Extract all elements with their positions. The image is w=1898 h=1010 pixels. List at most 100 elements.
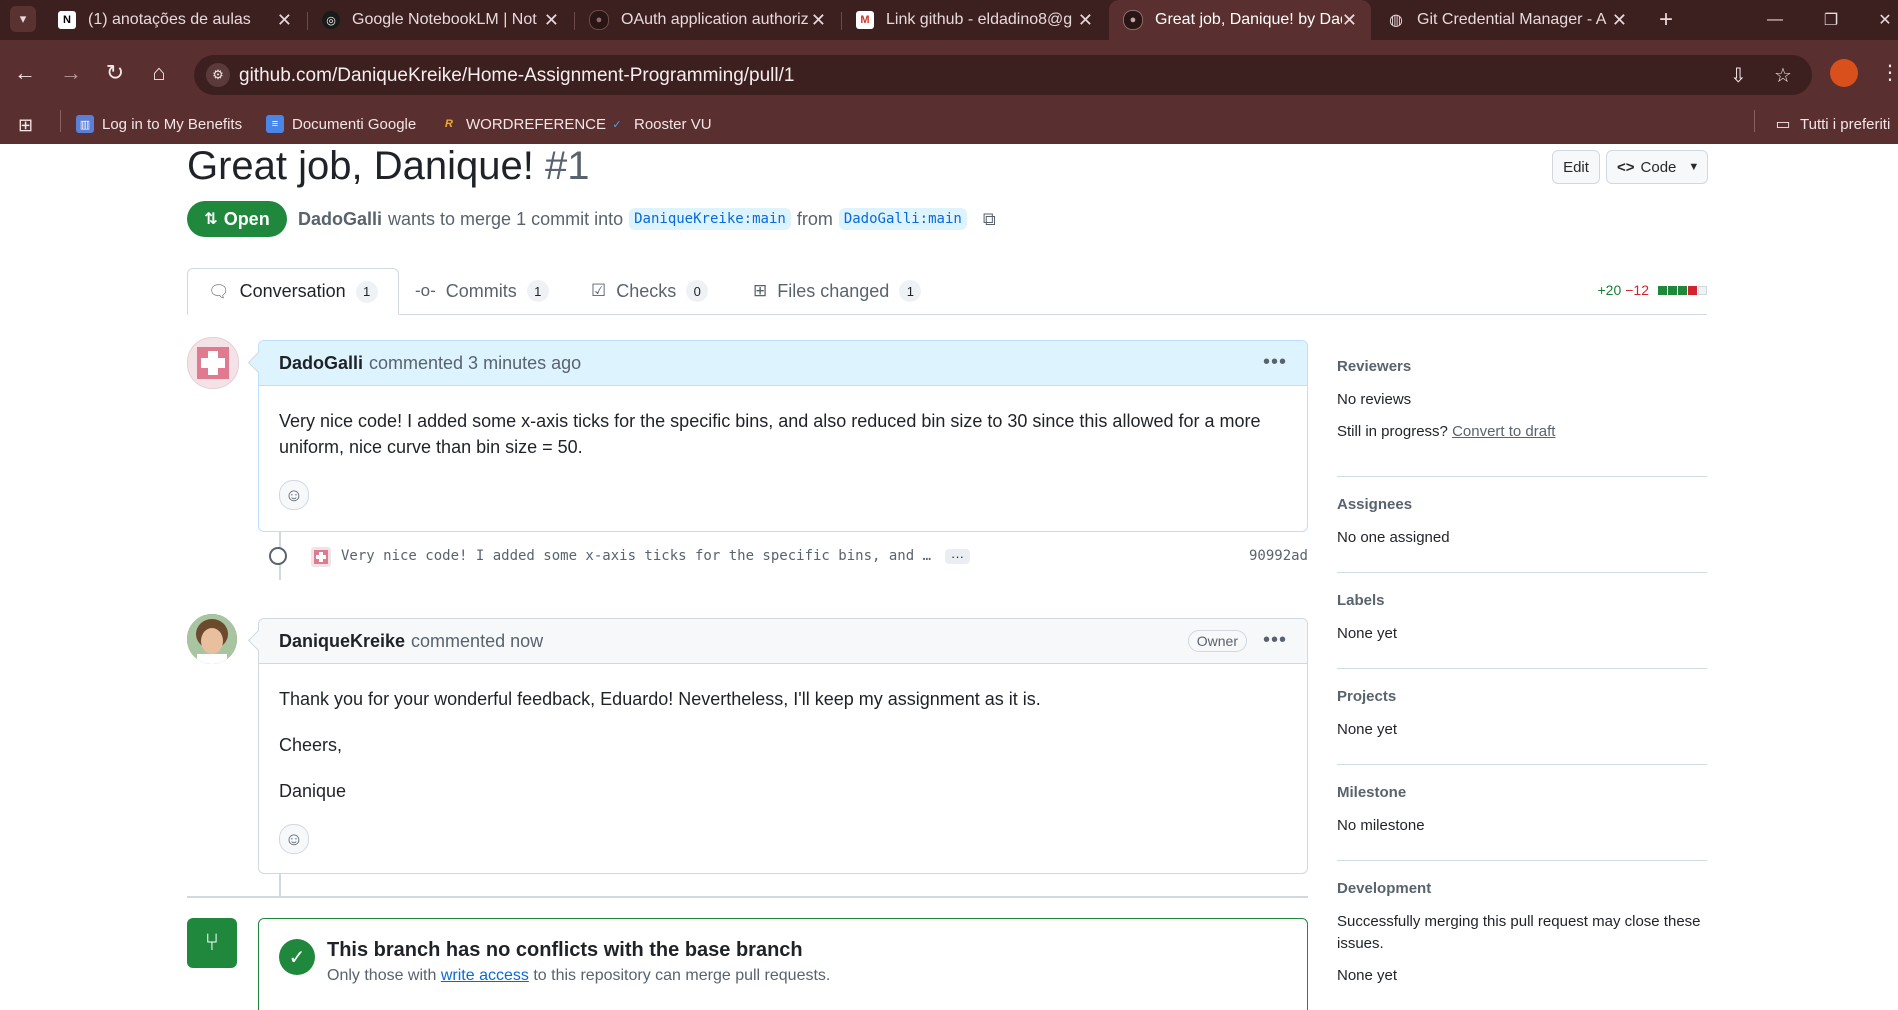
comment-header: DadoGalli commented 3 minutes ago •••	[259, 341, 1307, 386]
gmail-icon: M	[856, 11, 874, 29]
avatar[interactable]	[187, 614, 237, 664]
browser-tab[interactable]: ● OAuth application authoriz ✕	[575, 0, 840, 40]
bookmark-item[interactable]: ✓ Rooster VU	[608, 115, 711, 133]
tab-files-changed[interactable]: ⊞ Files changed 1	[753, 268, 922, 314]
close-icon[interactable]: ✕	[811, 10, 826, 31]
close-icon[interactable]: ✕	[544, 10, 559, 31]
browser-tab[interactable]: ◎ Google NotebookLM | Not ✕	[308, 0, 573, 40]
wordreference-icon: R	[445, 118, 453, 130]
add-reaction-icon[interactable]: ☺	[279, 480, 309, 510]
sidebar-projects: Projects None yet	[1337, 688, 1707, 765]
copy-icon[interactable]: ⧉	[983, 209, 996, 230]
file-diff-icon: ⊞	[753, 281, 768, 300]
sidebar-heading[interactable]: Milestone	[1337, 784, 1707, 801]
url-text[interactable]: github.com/DaniqueKreike/Home-Assignment…	[239, 65, 794, 87]
chevron-down-icon: ▼	[1688, 161, 1700, 173]
github-icon: ●	[1123, 10, 1143, 30]
sidebar-assignees: Assignees No one assigned	[1337, 496, 1707, 573]
write-access-link[interactable]: write access	[441, 967, 529, 984]
comment-timestamp[interactable]: commented 3 minutes ago	[369, 353, 581, 374]
home-icon[interactable]: ⌂	[142, 56, 176, 90]
comment-icon: 🗨	[208, 281, 230, 301]
merge-text: wants to merge 1 commit into	[388, 208, 624, 229]
close-icon[interactable]: ✕	[1612, 10, 1627, 31]
deletions-count: −12	[1625, 282, 1649, 298]
google-docs-icon: ≡	[266, 115, 284, 133]
folder-icon: ▭	[1775, 116, 1791, 133]
tab-conversation[interactable]: 🗨 Conversation 1	[187, 268, 399, 315]
commit-icon: -o-	[415, 281, 436, 300]
add-reaction-icon[interactable]: ☺	[279, 824, 309, 854]
merge-status-box: ✓ This branch has no conflicts with the …	[258, 918, 1308, 1010]
benefits-icon: ▥	[76, 115, 94, 133]
browser-tab[interactable]: N (1) anotações de aulas ✕	[44, 0, 306, 40]
sidebar-heading[interactable]: Assignees	[1337, 496, 1707, 513]
comment-author[interactable]: DaniqueKreike	[279, 631, 405, 652]
bookmark-item[interactable]: ≡ Documenti Google	[266, 115, 416, 133]
profile-avatar[interactable]	[1830, 59, 1858, 87]
globe-icon: ◍	[1389, 12, 1403, 29]
reload-icon[interactable]: ↻	[98, 56, 132, 90]
pr-tabs: 🗨 Conversation 1 -o- Commits 1 ☑ Checks …	[187, 268, 1707, 315]
avatar[interactable]	[187, 337, 239, 389]
close-window-icon[interactable]: ✕	[1862, 0, 1898, 40]
sidebar-heading[interactable]: Reviewers	[1337, 358, 1707, 375]
comment-author[interactable]: DadoGalli	[279, 353, 363, 374]
comment-header: DaniqueKreike commented now Owner •••	[259, 619, 1307, 664]
browser-tab[interactable]: M Link github - eldadino8@g ✕	[842, 0, 1107, 40]
sidebar-heading[interactable]: Labels	[1337, 592, 1707, 609]
commit-message[interactable]: Very nice code! I added some x-axis tick…	[341, 548, 931, 564]
bookmark-item[interactable]: R WORDREFERENCE	[440, 115, 606, 133]
browser-tab-active[interactable]: ● Great job, Danique! by Dad ✕	[1109, 0, 1371, 40]
commit-author-avatar[interactable]	[311, 547, 331, 567]
bookmark-item[interactable]: ▥ Log in to My Benefits	[76, 115, 242, 133]
comment-body: Very nice code! I added some x-axis tick…	[259, 386, 1307, 520]
base-branch[interactable]: DaniqueKreike:main	[629, 208, 791, 230]
github-icon: ●	[589, 10, 609, 30]
comment-body: Thank you for your wonderful feedback, E…	[259, 664, 1307, 864]
browser-menu-icon[interactable]: ⋮	[1880, 60, 1898, 85]
install-app-icon[interactable]: ⇩	[1730, 63, 1747, 88]
commit-sha[interactable]: 90992ad	[1249, 548, 1308, 564]
minimize-icon[interactable]: —	[1752, 0, 1798, 40]
pr-state-badge: ⇅ Open	[187, 201, 287, 237]
check-circle-icon: ✓	[279, 939, 315, 975]
sidebar-reviewers: Reviewers No reviews Still in progress? …	[1337, 358, 1707, 477]
close-icon[interactable]: ✕	[1078, 10, 1093, 31]
comment-timestamp[interactable]: commented now	[411, 631, 543, 652]
additions-count: +20	[1597, 282, 1622, 298]
tab-checks[interactable]: ☑ Checks 0	[591, 268, 709, 314]
forward-icon[interactable]: →	[54, 56, 88, 90]
pr-author-link[interactable]: DadoGalli	[298, 209, 382, 230]
close-icon[interactable]: ✕	[1342, 10, 1357, 31]
bookmarks-divider	[60, 110, 61, 132]
site-info-icon[interactable]: ⚙	[206, 63, 230, 87]
close-icon[interactable]: ✕	[277, 10, 292, 31]
code-button[interactable]: <> Code ▼	[1606, 150, 1708, 184]
new-tab-button[interactable]: +	[1652, 6, 1680, 34]
tab-search-icon[interactable]: ▾	[10, 6, 36, 32]
sidebar-heading[interactable]: Projects	[1337, 688, 1707, 705]
browser-tab[interactable]: ◍ Git Credential Manager - A ✕	[1373, 0, 1641, 40]
sidebar-milestone: Milestone No milestone	[1337, 784, 1707, 861]
page-title: Great job, Danique! #1	[187, 144, 590, 189]
tab-commits[interactable]: -o- Commits 1	[415, 268, 549, 314]
more-options-icon[interactable]: •••	[1263, 351, 1287, 374]
merge-status-title: This branch has no conflicts with the ba…	[327, 939, 803, 961]
more-options-icon[interactable]: •••	[1263, 629, 1287, 652]
sidebar-heading[interactable]: Development	[1337, 880, 1707, 897]
apps-grid-icon[interactable]: ⊞	[18, 115, 33, 136]
expand-commit-button[interactable]: ···	[945, 548, 971, 564]
all-bookmarks-folder[interactable]: ▭ Tutti i preferiti	[1774, 115, 1890, 134]
sidebar-development: Development Successfully merging this pu…	[1337, 880, 1707, 1010]
comment-card: DadoGalli commented 3 minutes ago ••• Ve…	[247, 340, 1308, 532]
back-icon[interactable]: ←	[8, 56, 42, 90]
edit-button[interactable]: Edit	[1552, 150, 1600, 184]
convert-to-draft-link[interactable]: Convert to draft	[1452, 423, 1555, 440]
pr-meta: DadoGalli wants to merge 1 commit into D…	[298, 208, 996, 230]
notebooklm-icon: ◎	[322, 11, 340, 29]
bookmark-star-icon[interactable]: ☆	[1774, 63, 1792, 88]
head-branch[interactable]: DadoGalli:main	[838, 208, 967, 230]
restore-icon[interactable]: ❐	[1808, 0, 1854, 40]
address-bar[interactable]: ⚙ github.com/DaniqueKreike/Home-Assignme…	[194, 55, 1812, 95]
